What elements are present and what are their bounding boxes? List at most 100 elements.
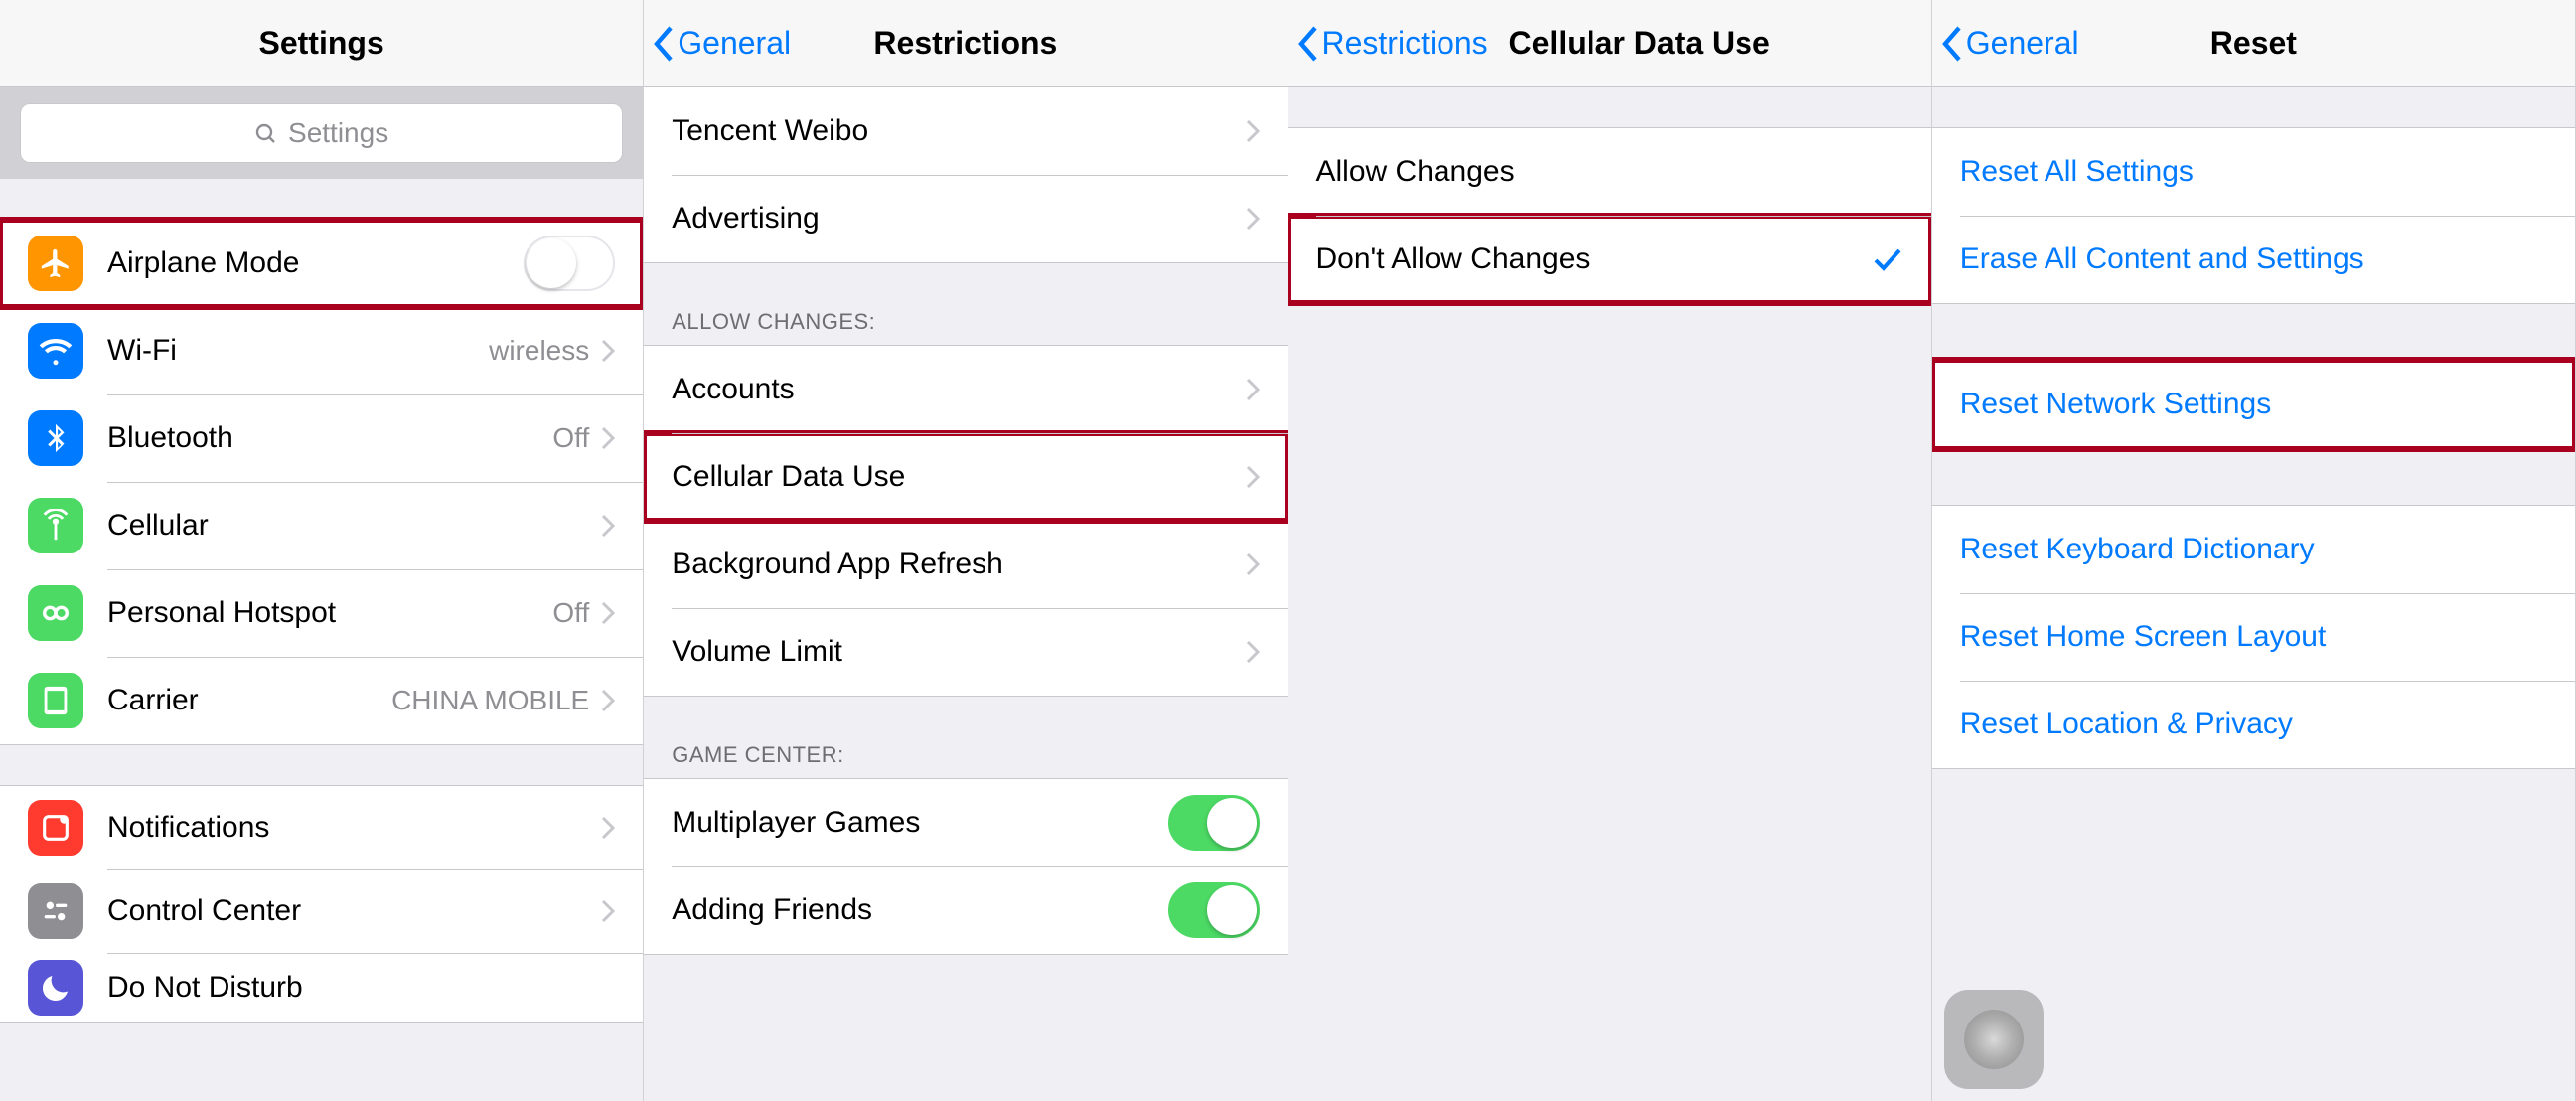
airplane-icon (28, 236, 83, 291)
cell-reset-network-settings[interactable]: Reset Network Settings (1932, 361, 2575, 448)
restrictions-group-game-center: Multiplayer Games Adding Friends (644, 778, 1287, 955)
cell-background-app-refresh[interactable]: Background App Refresh (644, 521, 1287, 608)
chevron-right-icon (1246, 465, 1260, 489)
back-button[interactable]: General (1940, 0, 2079, 86)
nav-title: Reset (2210, 25, 2297, 62)
cell-label: Carrier (107, 684, 391, 717)
cell-label: Allow Changes (1316, 155, 1903, 189)
cell-label: Cellular Data Use (672, 460, 1245, 494)
hotspot-icon (28, 585, 83, 641)
cell-label: Volume Limit (672, 635, 1245, 669)
search-wrap: Settings (0, 87, 643, 179)
cell-detail: Off (552, 422, 589, 454)
assistive-touch-button[interactable] (1944, 990, 2044, 1089)
chevron-right-icon (601, 899, 615, 923)
cell-bluetooth[interactable]: Bluetooth Off (0, 394, 643, 482)
navbar: General Reset (1932, 0, 2575, 87)
back-button[interactable]: Restrictions (1296, 0, 1488, 86)
back-button[interactable]: General (652, 0, 791, 86)
panel-reset: General Reset Reset All Settings Erase A… (1932, 0, 2576, 1101)
group-header-game-center: GAME CENTER: (644, 730, 1287, 778)
cell-label: Multiplayer Games (672, 806, 1167, 840)
chevron-right-icon (1246, 207, 1260, 231)
cell-cellular-data-use[interactable]: Cellular Data Use (644, 433, 1287, 521)
assistive-touch-icon (1964, 1010, 2024, 1069)
cell-label: Wi-Fi (107, 334, 489, 368)
cell-label: Reset All Settings (1960, 155, 2547, 189)
cell-label: Bluetooth (107, 421, 552, 455)
cell-label: Reset Location & Privacy (1960, 708, 2547, 741)
search-input[interactable]: Settings (20, 103, 623, 163)
chevron-right-icon (601, 426, 615, 450)
cell-label: Advertising (672, 202, 1245, 236)
chevron-right-icon (1246, 552, 1260, 576)
restrictions-group-allow-changes: Accounts Cellular Data Use Background Ap… (644, 345, 1287, 697)
cell-tencent-weibo[interactable]: Tencent Weibo (644, 87, 1287, 175)
cell-adding-friends[interactable]: Adding Friends (644, 866, 1287, 954)
chevron-right-icon (601, 816, 615, 840)
adding-friends-toggle[interactable] (1168, 882, 1260, 938)
cell-label: Reset Keyboard Dictionary (1960, 533, 2547, 566)
navbar: General Restrictions (644, 0, 1287, 87)
cell-dont-allow-changes[interactable]: Don't Allow Changes (1288, 216, 1931, 303)
cell-control-center[interactable]: Control Center (0, 869, 643, 953)
chevron-right-icon (1246, 640, 1260, 664)
cell-volume-limit[interactable]: Volume Limit (644, 608, 1287, 696)
cell-label: Control Center (107, 894, 601, 928)
back-label: General (1966, 25, 2079, 62)
back-label: General (678, 25, 791, 62)
cell-label: Accounts (672, 373, 1245, 406)
cell-label: Don't Allow Changes (1316, 242, 1872, 276)
cell-do-not-disturb[interactable]: Do Not Disturb (0, 953, 643, 1022)
cell-reset-all-settings[interactable]: Reset All Settings (1932, 128, 2575, 216)
cell-reset-keyboard-dictionary[interactable]: Reset Keyboard Dictionary (1932, 506, 2575, 593)
checkmark-icon (1872, 243, 1903, 275)
cell-label: Personal Hotspot (107, 596, 552, 630)
reset-group-network: Reset Network Settings (1932, 360, 2575, 449)
cell-personal-hotspot[interactable]: Personal Hotspot Off (0, 569, 643, 657)
cell-label: Erase All Content and Settings (1960, 242, 2547, 276)
back-label: Restrictions (1322, 25, 1488, 62)
cell-label: Reset Home Screen Layout (1960, 620, 2547, 654)
chevron-left-icon (652, 25, 674, 63)
panel-settings: Settings Settings Airplane Mode Wi-Fi wi… (0, 0, 644, 1101)
chevron-left-icon (1940, 25, 1962, 63)
cell-advertising[interactable]: Advertising (644, 175, 1287, 262)
airplane-toggle[interactable] (524, 236, 615, 291)
cell-reset-location-privacy[interactable]: Reset Location & Privacy (1932, 681, 2575, 768)
cell-reset-home-screen-layout[interactable]: Reset Home Screen Layout (1932, 593, 2575, 681)
cell-accounts[interactable]: Accounts (644, 346, 1287, 433)
bluetooth-icon (28, 410, 83, 466)
nav-title: Settings (259, 25, 384, 62)
chevron-right-icon (1246, 119, 1260, 143)
cell-label: Background App Refresh (672, 548, 1245, 581)
multiplayer-toggle[interactable] (1168, 795, 1260, 851)
navbar: Restrictions Cellular Data Use (1288, 0, 1931, 87)
cell-detail: wireless (489, 335, 589, 367)
dnd-icon (28, 960, 83, 1016)
chevron-right-icon (601, 689, 615, 712)
control-center-icon (28, 883, 83, 939)
cell-allow-changes[interactable]: Allow Changes (1288, 128, 1931, 216)
wifi-icon (28, 323, 83, 379)
cellular-icon (28, 498, 83, 553)
cell-carrier[interactable]: Carrier CHINA MOBILE (0, 657, 643, 744)
cell-wifi[interactable]: Wi-Fi wireless (0, 307, 643, 394)
cell-multiplayer-games[interactable]: Multiplayer Games (644, 779, 1287, 866)
chevron-right-icon (601, 339, 615, 363)
cell-cellular[interactable]: Cellular (0, 482, 643, 569)
cell-label: Cellular (107, 509, 601, 543)
cell-erase-all-content[interactable]: Erase All Content and Settings (1932, 216, 2575, 303)
cell-airplane-mode[interactable]: Airplane Mode (0, 220, 643, 307)
cell-label: Tencent Weibo (672, 114, 1245, 148)
nav-title: Restrictions (873, 25, 1057, 62)
group-header-allow-changes: ALLOW CHANGES: (644, 297, 1287, 345)
panel-restrictions: General Restrictions Tencent Weibo Adver… (644, 0, 1288, 1101)
settings-group-connectivity: Airplane Mode Wi-Fi wireless Bluetooth O… (0, 219, 643, 745)
panel-cellular-data-use: Restrictions Cellular Data Use Allow Cha… (1288, 0, 1932, 1101)
search-placeholder: Settings (288, 117, 388, 149)
cellular-data-use-options: Allow Changes Don't Allow Changes (1288, 127, 1931, 304)
reset-group-main: Reset All Settings Erase All Content and… (1932, 127, 2575, 304)
cell-notifications[interactable]: Notifications (0, 786, 643, 869)
nav-title: Cellular Data Use (1509, 25, 1770, 62)
